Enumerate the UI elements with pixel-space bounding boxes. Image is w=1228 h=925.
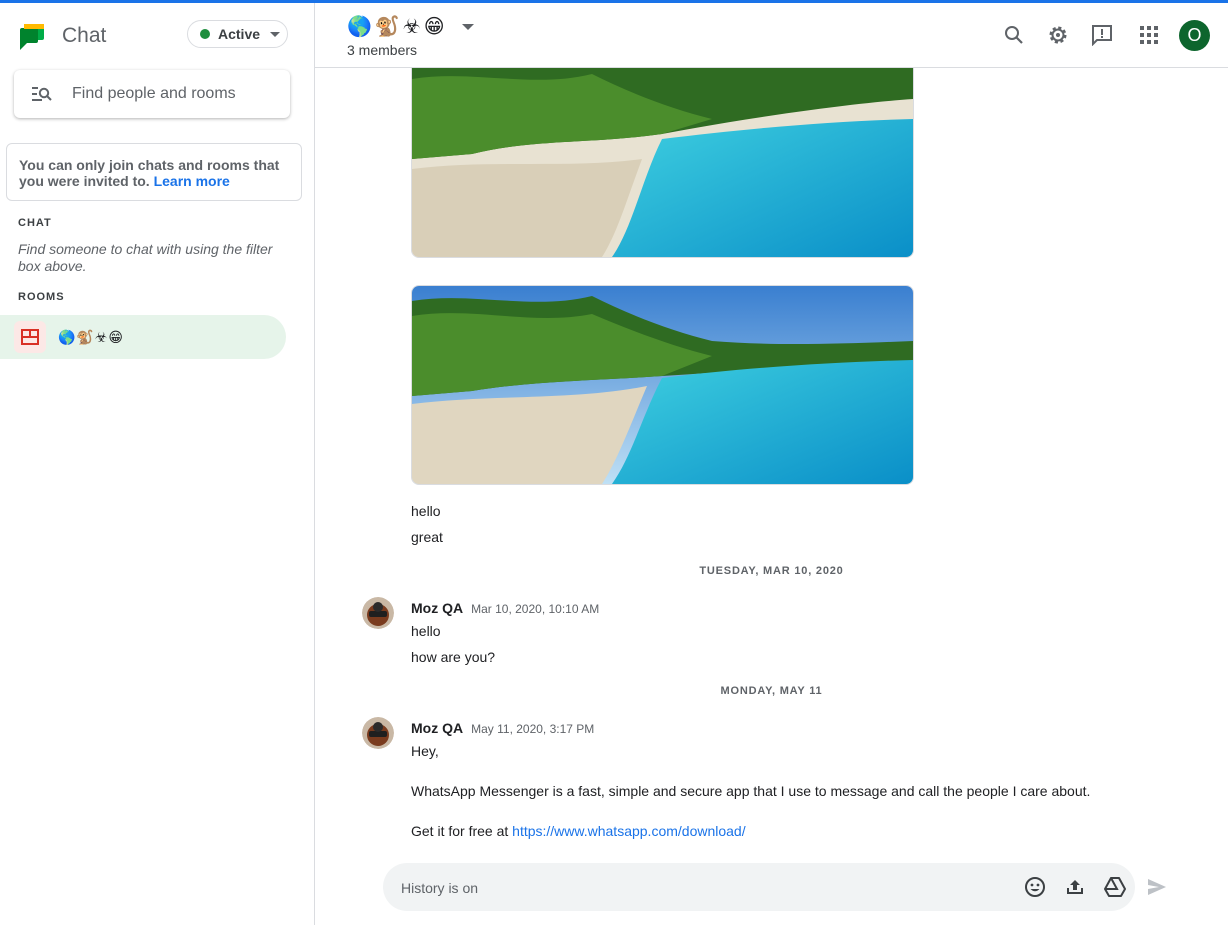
link-prefix-text: Get it for free at xyxy=(411,823,513,839)
search-input[interactable] xyxy=(70,84,274,104)
chat-logo-icon xyxy=(20,24,44,50)
chat-empty-text: Find someone to chat with using the filt… xyxy=(18,241,273,274)
sidebar-item-label: 🌎🐒☣😁 xyxy=(58,328,125,345)
learn-more-link[interactable]: Learn more xyxy=(154,173,230,189)
user-avatar[interactable]: O xyxy=(1179,20,1210,51)
notice-text: You can only join chats and rooms that y… xyxy=(19,157,280,189)
chevron-down-icon xyxy=(270,31,281,37)
message-composer xyxy=(383,863,1135,911)
whatsapp-download-link[interactable]: https://www.whatsapp.com/download/ xyxy=(512,823,745,839)
message-link-line: Get it for free at https://www.whatsapp.… xyxy=(411,823,746,839)
sender-avatar[interactable] xyxy=(362,717,394,749)
message-input[interactable] xyxy=(399,877,983,899)
message-header: Moz QA May 11, 2020, 3:17 PM xyxy=(411,720,594,736)
message-timestamp: May 11, 2020, 3:17 PM xyxy=(471,722,595,736)
status-dot-icon xyxy=(200,29,210,39)
date-separator: TUESDAY, MAR 10, 2020 xyxy=(699,565,844,577)
message-list: hello great TUESDAY, MAR 10, 2020 Moz QA… xyxy=(315,68,1228,858)
rooms-section-title: ROOMS xyxy=(18,291,65,303)
beach-image xyxy=(412,286,913,484)
beach-image xyxy=(412,68,913,257)
app-brand[interactable]: Chat xyxy=(18,21,106,51)
room-header: 🌎🐒☣😁 3 members O xyxy=(315,3,1228,68)
status-label: Active xyxy=(218,26,261,42)
date-separator: MONDAY, MAY 11 xyxy=(720,685,823,697)
room-title: 🌎🐒☣😁 xyxy=(347,16,448,38)
apps-grid-icon[interactable] xyxy=(1137,23,1161,47)
message-text: hello xyxy=(411,623,441,639)
status-dropdown[interactable]: Active xyxy=(187,20,288,48)
message-text: Hey, xyxy=(411,743,439,759)
message-timestamp: Mar 10, 2020, 10:10 AM xyxy=(471,602,600,616)
emoji-icon[interactable] xyxy=(1023,875,1047,899)
upload-icon[interactable] xyxy=(1063,875,1087,899)
message-text: great xyxy=(411,529,443,545)
chevron-down-icon xyxy=(461,23,474,30)
app-title: Chat xyxy=(62,24,107,47)
search-box[interactable] xyxy=(14,70,290,118)
member-count[interactable]: 3 members xyxy=(347,42,417,58)
room-title-dropdown[interactable]: 🌎🐒☣😁 xyxy=(347,14,474,39)
gear-icon[interactable] xyxy=(1046,23,1070,47)
image-attachment[interactable] xyxy=(411,68,914,258)
send-icon[interactable] xyxy=(1145,875,1169,899)
feedback-icon[interactable] xyxy=(1090,23,1114,47)
sender-name[interactable]: Moz QA xyxy=(411,600,463,616)
search-icon[interactable] xyxy=(1002,23,1026,47)
chat-section-title: CHAT xyxy=(18,217,52,229)
room-icon xyxy=(21,329,39,345)
sender-name[interactable]: Moz QA xyxy=(411,720,463,736)
message-text: WhatsApp Messenger is a fast, simple and… xyxy=(411,783,1091,799)
sidebar: Chat Active You can only join chats and … xyxy=(0,3,315,925)
sidebar-item-room[interactable]: 🌎🐒☣😁 xyxy=(0,315,286,359)
sender-avatar[interactable] xyxy=(362,597,394,629)
filter-search-icon xyxy=(32,87,52,101)
message-text: hello xyxy=(411,503,441,519)
message-text: how are you? xyxy=(411,649,496,665)
room-avatar xyxy=(14,321,46,353)
message-header: Moz QA Mar 10, 2020, 10:10 AM xyxy=(411,600,599,616)
invite-notice: You can only join chats and rooms that y… xyxy=(6,143,302,201)
image-attachment[interactable] xyxy=(411,285,914,485)
drive-icon[interactable] xyxy=(1103,875,1127,899)
